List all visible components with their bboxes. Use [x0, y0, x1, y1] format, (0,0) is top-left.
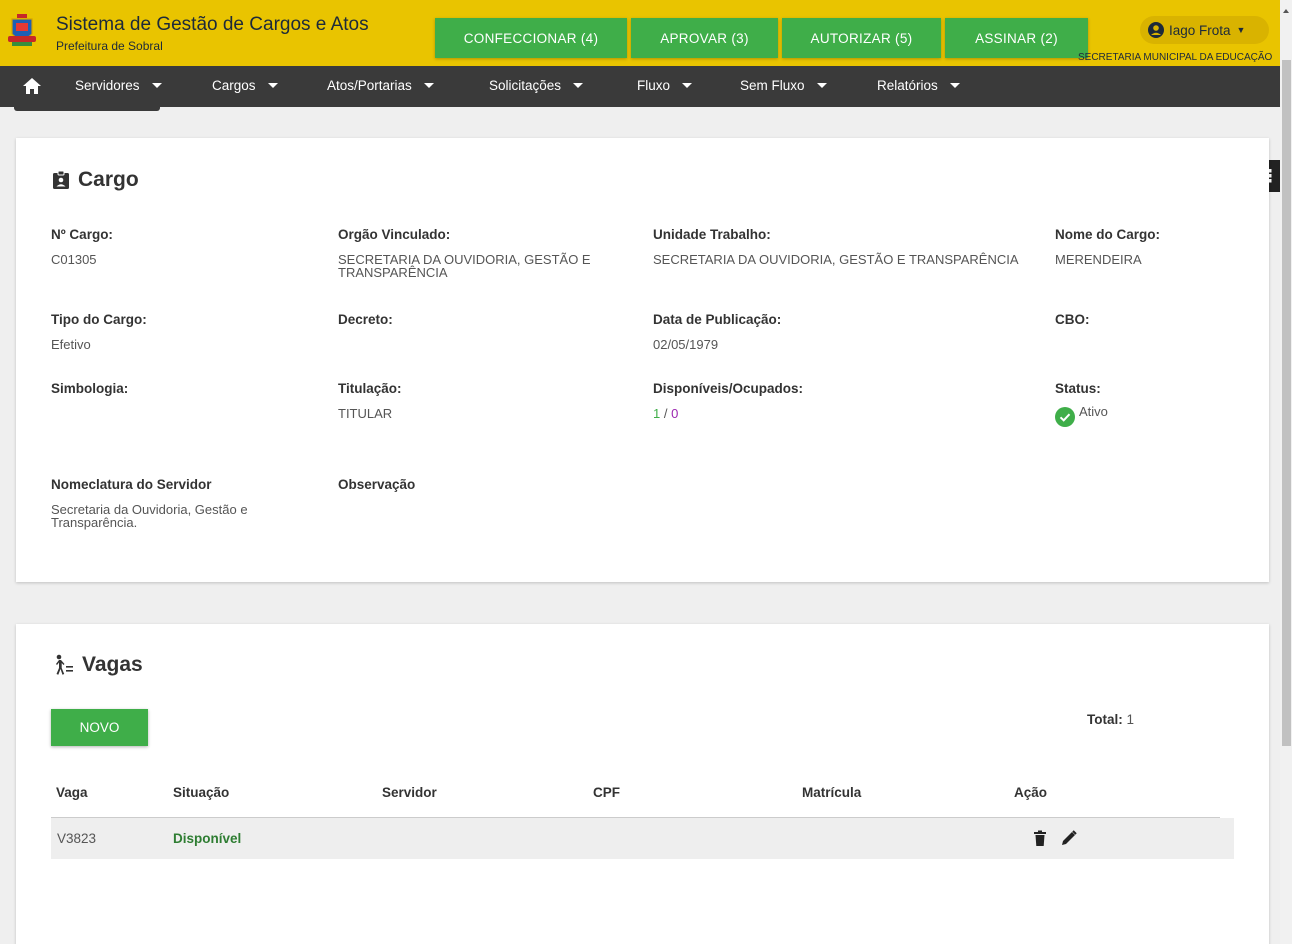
data-publicacao-value: 02/05/1979 [653, 337, 719, 352]
caret-down-icon [151, 83, 162, 88]
tipo-cargo-label: Tipo do Cargo: [51, 312, 147, 327]
vagas-card: Vagas NOVO Total: 1 Vaga Situação Servid… [16, 624, 1269, 944]
unidade-label: Unidade Trabalho: [653, 227, 771, 242]
caret-down-icon [682, 83, 693, 88]
orgao-label: Orgão Vinculado: [338, 227, 451, 242]
ocupados-count: 0 [671, 406, 679, 421]
app-title: Sistema de Gestão de Cargos e Atos [56, 14, 369, 35]
col-cpf: CPF [593, 785, 620, 800]
col-situacao: Situação [173, 785, 230, 800]
confeccionar-button[interactable]: CONFECCIONAR (4) [435, 18, 627, 58]
nav-solicitacoes[interactable]: Solicitações [489, 78, 584, 93]
nav-relatorios[interactable]: Relatórios [877, 78, 960, 93]
home-icon[interactable] [22, 77, 42, 95]
col-servidor: Servidor [382, 785, 437, 800]
person-queue-icon [56, 654, 73, 675]
user-name: Iago Frota [1169, 22, 1231, 38]
count-separator: / [660, 406, 672, 421]
nome-cargo-value: MERENDEIRA [1055, 252, 1142, 267]
caret-down-icon [573, 83, 584, 88]
novo-button[interactable]: NOVO [51, 709, 148, 746]
aprovar-button[interactable]: APROVAR (3) [631, 18, 778, 58]
user-menu[interactable]: Iago Frota ▼ [1140, 16, 1269, 44]
data-publicacao-label: Data de Publicação: [653, 312, 782, 327]
status-value: Ativo [1055, 404, 1108, 427]
user-avatar-icon [1148, 22, 1164, 38]
nav-servidores[interactable]: Servidores [75, 78, 162, 93]
numero-cargo-value: C01305 [51, 252, 97, 267]
scrollbar-thumb[interactable] [1282, 60, 1291, 746]
disponiveis-ocupados-value: 1 / 0 [653, 407, 678, 420]
cbo-label: CBO: [1055, 312, 1090, 327]
autorizar-button[interactable]: AUTORIZAR (5) [782, 18, 941, 58]
tipo-cargo-value: Efetivo [51, 337, 91, 352]
cargo-title: Cargo [52, 168, 139, 192]
caret-down-icon [949, 83, 960, 88]
col-acao: Ação [1014, 785, 1048, 800]
disponiveis-ocupados-label: Disponíveis/Ocupados: [653, 381, 804, 396]
caret-down-icon [267, 83, 278, 88]
nav-cargos[interactable]: Cargos [212, 78, 278, 93]
vagas-title: Vagas [52, 653, 143, 677]
observacao-label: Observação [338, 477, 416, 492]
nome-cargo-label: Nome do Cargo: [1055, 227, 1161, 242]
app-subtitle: Prefeitura de Sobral [56, 39, 163, 53]
check-circle-icon [1055, 407, 1075, 427]
titulacao-value: TITULAR [338, 406, 393, 421]
decreto-label: Decreto: [338, 312, 393, 327]
unidade-value: SECRETARIA DA OUVIDORIA, GESTÃO E TRANSP… [653, 252, 1019, 267]
nav-atos-portarias[interactable]: Atos/Portarias [327, 78, 434, 93]
vaga-cell: V3823 [57, 831, 97, 846]
table-row: V3823 Disponível [51, 818, 1234, 859]
main-nav: Servidores Cargos Atos/Portarias Solicit… [0, 66, 1280, 107]
cargo-card: Cargo Nº Cargo: C01305 Orgão Vinculado: … [16, 138, 1269, 582]
caret-down-icon [423, 83, 434, 88]
top-header: Sistema de Gestão de Cargos e Atos Prefe… [0, 0, 1280, 66]
col-vaga: Vaga [56, 785, 88, 800]
caret-down-icon [816, 83, 827, 88]
simbologia-label: Simbologia: [51, 381, 129, 396]
city-crest-icon [8, 14, 36, 46]
titulacao-label: Titulação: [338, 381, 402, 396]
trash-icon[interactable] [1032, 830, 1048, 846]
badge-clipboard-icon [53, 170, 69, 189]
total-count: Total: 1 [1087, 712, 1135, 727]
nomeclatura-label: Nomeclatura do Servidor [51, 477, 212, 492]
nomeclatura-value: Secretaria da Ouvidoria, Gestão e Transp… [51, 502, 248, 530]
status-label: Status: [1055, 381, 1101, 396]
assinar-button[interactable]: ASSINAR (2) [945, 18, 1088, 58]
chevron-down-icon: ▼ [1236, 25, 1246, 35]
nav-sem-fluxo[interactable]: Sem Fluxo [740, 78, 827, 93]
situacao-cell: Disponível [173, 831, 242, 846]
scroll-up-arrow-icon[interactable] [1283, 9, 1289, 13]
edit-pencil-icon[interactable] [1061, 830, 1077, 846]
orgao-value: SECRETARIA DA OUVIDORIA, GESTÃO E TRANSP… [338, 252, 591, 280]
col-matricula: Matrícula [802, 785, 862, 800]
nav-fluxo[interactable]: Fluxo [637, 78, 693, 93]
numero-cargo-label: Nº Cargo: [51, 227, 113, 242]
secretaria-label: SECRETARIA MUNICIPAL DA EDUCAÇÃO [1078, 52, 1273, 63]
nav-active-indicator [14, 107, 160, 111]
